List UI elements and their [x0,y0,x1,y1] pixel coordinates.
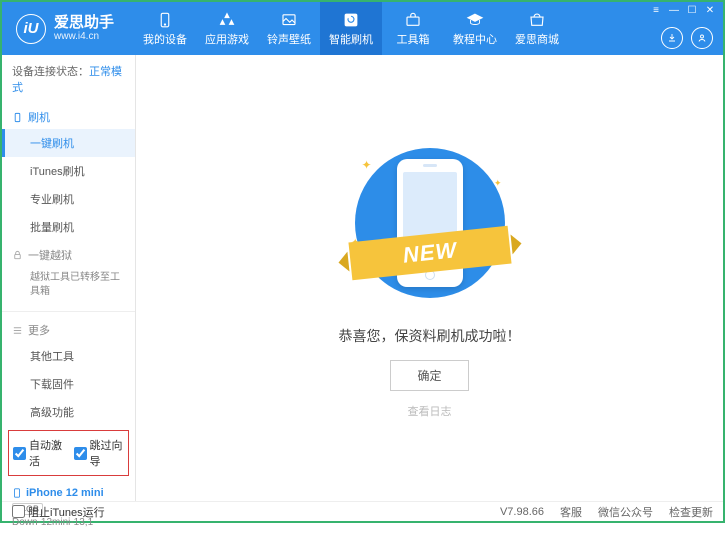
titlebar: iU 爱思助手 www.i4.cn 我的设备 应用游戏 铃声壁纸 智能刷机 [2,2,723,55]
chk-label: 跳过向导 [90,437,125,469]
nav-label: 教程中心 [453,31,497,47]
brand: iU 爱思助手 www.i4.cn [2,2,128,55]
download-button[interactable] [661,27,683,49]
sidebar-item-advanced[interactable]: 高级功能 [2,398,135,426]
body: 设备连接状态：正常模式 刷机 一键刷机 iTunes刷机 专业刷机 批量刷机 一… [2,55,723,501]
close-button[interactable]: ✕ [703,4,717,16]
nav-tutorials[interactable]: 教程中心 [444,2,506,55]
nav-ringtones[interactable]: 铃声壁纸 [258,2,320,55]
connection-status: 设备连接状态：正常模式 [2,55,135,103]
option-checks: 自动激活 跳过向导 [8,430,129,476]
ok-button[interactable]: 确定 [390,360,468,391]
chk-block-itunes[interactable]: 阻止iTunes运行 [12,504,105,520]
graduation-icon [466,11,484,29]
phone-small-icon [12,112,23,123]
section-label: 一键越狱 [28,247,72,263]
jailbreak-note: 越狱工具已转移至工具箱 [30,271,125,299]
star-icon: ✦ [352,237,360,248]
header-actions [661,27,713,49]
chk-skip-guide-input[interactable] [74,447,87,460]
section-jailbreak[interactable]: 一键越狱 [2,241,135,267]
minimize-button[interactable]: — [667,4,681,16]
brand-logo-icon: iU [16,14,46,44]
success-message: 恭喜您，保资料刷机成功啦！ [339,326,521,346]
phone-mini-icon [12,486,22,500]
app-window: iU 爱思助手 www.i4.cn 我的设备 应用游戏 铃声壁纸 智能刷机 [0,0,725,523]
list-icon [12,325,23,336]
section-flash[interactable]: 刷机 [2,103,135,129]
app-url: www.i4.cn [54,31,114,43]
version-label: V7.98.66 [500,506,544,518]
app-name: 爱思助手 [54,14,114,31]
user-button[interactable] [691,27,713,49]
phone-speaker [423,164,437,167]
chk-label: 自动激活 [29,437,64,469]
chk-auto-activate[interactable]: 自动激活 [13,437,64,469]
nav-label: 我的设备 [143,31,187,47]
customer-service-link[interactable]: 客服 [560,504,582,520]
menu-icon[interactable]: ≡ [649,4,663,16]
nav-toolbox[interactable]: 工具箱 [382,2,444,55]
refresh-icon [342,11,360,29]
footer-right: V7.98.66 客服 微信公众号 检查更新 [500,504,713,520]
maximize-button[interactable]: ☐ [685,4,699,16]
nav-label: 应用游戏 [205,31,249,47]
chk-skip-guide[interactable]: 跳过向导 [74,437,125,469]
section-label: 更多 [28,322,50,338]
chk-auto-activate-input[interactable] [13,447,26,460]
device-name: iPhone 12 mini [12,486,125,500]
brand-text: 爱思助手 www.i4.cn [54,14,114,43]
apps-icon [218,11,236,29]
sidebar-item-pro-flash[interactable]: 专业刷机 [2,185,135,213]
check-update-link[interactable]: 检查更新 [669,504,713,520]
chk-block-itunes-input[interactable] [12,505,25,518]
store-icon [528,11,546,29]
nav-label: 工具箱 [397,31,430,47]
nav-smart-flash[interactable]: 智能刷机 [320,2,382,55]
nav-apps-games[interactable]: 应用游戏 [196,2,258,55]
main-content: NEW ✦ ✦ ✦ 恭喜您，保资料刷机成功啦！ 确定 查看日志 [136,55,723,501]
nav-label: 爱思商城 [515,31,559,47]
star-icon: ✦ [362,158,372,172]
main-nav: 我的设备 应用游戏 铃声壁纸 智能刷机 工具箱 教程中心 [134,2,723,55]
success-graphic: NEW ✦ ✦ ✦ [340,138,520,308]
nav-label: 铃声壁纸 [267,31,311,47]
sidebar-item-oneclick-flash[interactable]: 一键刷机 [2,129,135,157]
conn-label: 设备连接状态： [12,66,89,78]
wechat-link[interactable]: 微信公众号 [598,504,653,520]
window-controls: ≡ — ☐ ✕ [649,4,717,16]
wallpaper-icon [280,11,298,29]
star-icon: ✦ [494,178,502,189]
section-more[interactable]: 更多 [2,316,135,342]
sidebar-item-batch-flash[interactable]: 批量刷机 [2,213,135,241]
sidebar: 设备连接状态：正常模式 刷机 一键刷机 iTunes刷机 专业刷机 批量刷机 一… [2,55,136,501]
divider [2,311,135,312]
sidebar-item-download-firmware[interactable]: 下载固件 [2,370,135,398]
nav-label: 智能刷机 [329,31,373,47]
nav-store[interactable]: 爱思商城 [506,2,568,55]
sidebar-item-other-tools[interactable]: 其他工具 [2,342,135,370]
phone-icon [156,11,174,29]
chk-label: 阻止iTunes运行 [28,504,105,520]
section-label: 刷机 [28,109,50,125]
device-name-text: iPhone 12 mini [26,487,104,499]
flash-items: 一键刷机 iTunes刷机 专业刷机 批量刷机 [2,129,135,241]
view-log-link[interactable]: 查看日志 [408,403,452,419]
lock-icon [12,250,23,261]
more-items: 其他工具 下载固件 高级功能 [2,342,135,426]
sidebar-item-itunes-flash[interactable]: iTunes刷机 [2,157,135,185]
nav-my-devices[interactable]: 我的设备 [134,2,196,55]
toolbox-icon [404,11,422,29]
